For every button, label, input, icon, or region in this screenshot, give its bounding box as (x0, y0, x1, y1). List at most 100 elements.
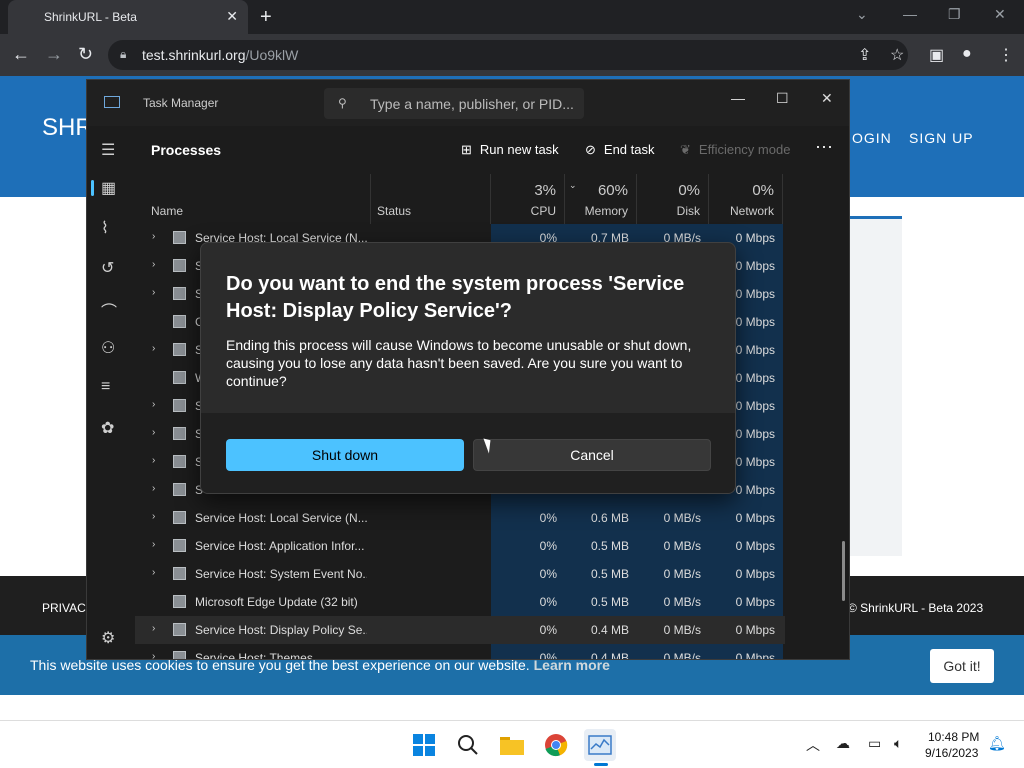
column-cpu[interactable]: 3% CPU (491, 174, 565, 224)
expand-chevron-icon[interactable]: › (152, 455, 155, 466)
page-title: Processes (151, 142, 222, 158)
process-network-cell: 0 Mbps (735, 539, 775, 553)
process-row[interactable]: › Service Host: Application Infor... 0% 0.5… (135, 532, 785, 560)
chrome-icon (545, 734, 568, 757)
dialog-footer: Shut down Cancel (201, 413, 735, 493)
expand-chevron-icon[interactable]: › (152, 231, 155, 242)
hamburger-menu-icon[interactable]: ☰ (101, 140, 115, 160)
process-memory-cell: 0.5 MB (590, 595, 629, 609)
dialog-message: Ending this process will cause Windows t… (226, 337, 692, 389)
column-network[interactable]: 0% Network (709, 174, 783, 224)
back-icon[interactable]: ← (12, 44, 30, 65)
process-row[interactable]: › Service Host: Themes 0% 0.4 MB 0 MB/s 0 Mbp… (135, 644, 785, 660)
signup-link[interactable]: SIGN UP (909, 130, 974, 146)
expand-chevron-icon[interactable]: › (152, 511, 155, 522)
show-hidden-icons-icon[interactable]: ︿ (806, 735, 820, 755)
expand-chevron-icon[interactable]: › (152, 399, 155, 410)
expand-chevron-icon[interactable]: › (152, 651, 155, 659)
forward-icon[interactable]: → (45, 44, 63, 65)
cookie-accept-button[interactable]: Got it! (930, 649, 994, 683)
start-button[interactable] (408, 729, 440, 761)
processes-icon[interactable]: ▦ (101, 178, 116, 198)
notification-bell-icon[interactable]: 🔔︎ (988, 735, 1006, 752)
close-window-icon[interactable]: ✕ (994, 6, 1006, 23)
process-name: Service Host: Local Service (N... (195, 511, 367, 525)
taskbar-search-button[interactable] (452, 729, 484, 761)
network-icon[interactable]: ▭ (868, 735, 881, 752)
process-disk-cell: 0 MB/s (663, 651, 701, 660)
more-options-icon[interactable]: ··· (815, 136, 833, 157)
side-panel-icon[interactable]: ▣ (929, 45, 944, 65)
address-bar[interactable]: 🔒︎ test.shrinkurl.org/Uo9klW (108, 40, 908, 70)
expand-chevron-icon[interactable]: › (152, 483, 155, 494)
tm-close-icon[interactable]: ✕ (821, 90, 833, 107)
task-manager-title: Task Manager (143, 96, 219, 110)
process-icon (173, 371, 186, 384)
expand-chevron-icon[interactable]: › (152, 343, 155, 354)
tm-maximize-icon[interactable]: ☐ (776, 90, 789, 107)
column-name[interactable]: Name (135, 174, 371, 224)
bookmark-star-icon[interactable]: ☆ (890, 45, 904, 65)
efficiency-mode-button[interactable]: ❦ Efficiency mode (680, 142, 790, 158)
restore-icon[interactable]: ❐ (948, 6, 961, 23)
expand-chevron-icon[interactable]: › (152, 539, 155, 550)
share-icon[interactable]: ⇪ (858, 45, 871, 65)
cancel-button[interactable]: Cancel (473, 439, 711, 471)
privacy-link[interactable]: PRIVAC (42, 601, 86, 615)
run-new-task-button[interactable]: ⊞ Run new task (461, 142, 559, 158)
tm-minimize-icon[interactable]: — (731, 90, 745, 106)
tab-title: ShrinkURL - Beta (44, 10, 137, 24)
process-cpu-cell: 0% (539, 595, 557, 609)
copyright-text: © ShrinkURL - Beta 2023 (848, 601, 984, 615)
clock-time[interactable]: 10:48 PM (928, 730, 979, 744)
tab-search-icon[interactable]: ⌄ (856, 6, 868, 23)
process-row[interactable]: › Service Host: System Event No... 0% 0.5 M… (135, 560, 785, 588)
expand-chevron-icon[interactable]: › (152, 259, 155, 270)
clock-date[interactable]: 9/16/2023 (925, 746, 978, 760)
process-cpu-cell: 0% (539, 651, 557, 660)
end-task-button[interactable]: ⊘ End task (585, 142, 655, 158)
volume-muted-icon[interactable]: 🔈︎ (894, 735, 902, 752)
site-card (850, 216, 902, 556)
startup-apps-icon[interactable]: ⌒ (101, 298, 117, 322)
profile-icon[interactable]: ● (962, 45, 972, 63)
task-manager-titlebar: Task Manager ⚲ — ☐ ✕ (87, 80, 849, 126)
menu-icon[interactable]: ⋮ (998, 45, 1014, 65)
performance-icon[interactable]: ⌇ (101, 218, 109, 238)
users-icon[interactable]: ⚇ (101, 338, 115, 358)
new-tab-button[interactable]: + (260, 6, 272, 29)
reload-icon[interactable]: ↻ (78, 44, 93, 65)
column-status[interactable]: Status (371, 174, 491, 224)
lock-icon[interactable]: 🔒︎ (120, 47, 126, 62)
task-manager-taskbar-button[interactable] (584, 729, 616, 761)
services-icon[interactable]: ✿ (101, 418, 114, 438)
task-manager-app-icon (104, 96, 120, 108)
process-disk-cell: 0 MB/s (663, 567, 701, 581)
tab-close-icon[interactable]: ✕ (226, 8, 238, 25)
expand-chevron-icon[interactable]: › (152, 287, 155, 298)
process-row[interactable]: Microsoft Edge Update (32 bit) 0% 0.5 MB 0 … (135, 588, 785, 616)
browser-tab[interactable]: ShrinkURL - Beta ✕ (8, 0, 248, 34)
process-icon (173, 483, 186, 496)
process-search-box[interactable]: ⚲ (324, 88, 584, 119)
column-disk[interactable]: 0% Disk (637, 174, 709, 224)
expand-chevron-icon[interactable]: › (152, 567, 155, 578)
app-history-icon[interactable]: ↺ (101, 258, 114, 278)
shut-down-button[interactable]: Shut down (226, 439, 464, 471)
chrome-button[interactable] (540, 729, 572, 761)
url-text[interactable]: test.shrinkurl.org/Uo9klW (142, 47, 298, 63)
process-row[interactable]: › Service Host: Local Service (N... 0% 0.6 … (135, 504, 785, 532)
details-icon[interactable]: ≡ (101, 378, 110, 396)
expand-chevron-icon[interactable]: › (152, 623, 155, 634)
process-row[interactable]: › Service Host: Display Policy Se... 0% 0.4… (135, 616, 785, 644)
login-link[interactable]: OGIN (852, 130, 892, 146)
process-name: Service Host: Application Infor... (195, 539, 365, 553)
file-explorer-button[interactable] (496, 729, 528, 761)
settings-gear-icon[interactable]: ⚙ (101, 628, 115, 648)
process-search-input[interactable] (370, 94, 576, 114)
process-list-scrollbar[interactable] (842, 541, 845, 601)
expand-chevron-icon[interactable]: › (152, 427, 155, 438)
column-memory[interactable]: ⌄ 60% Memory (565, 174, 637, 224)
onedrive-icon[interactable]: ☁ (836, 735, 850, 752)
minimize-icon[interactable]: — (903, 6, 917, 22)
